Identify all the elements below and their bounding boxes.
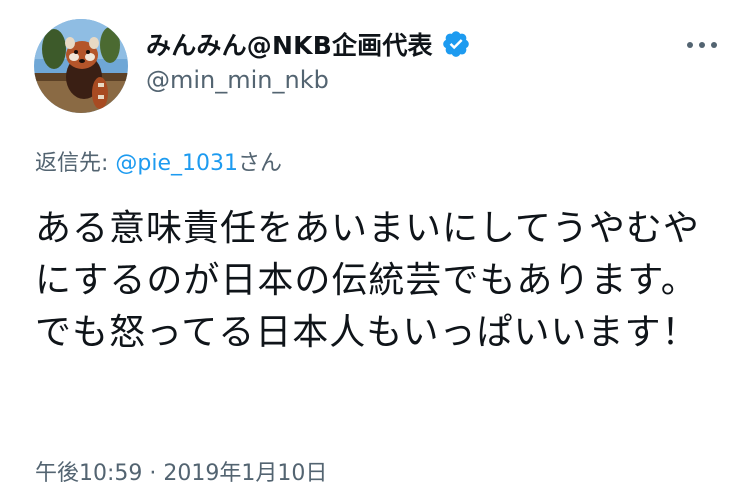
reply-to-label: 返信先: — [35, 151, 116, 176]
red-panda-avatar-image — [34, 19, 128, 113]
more-options-icon[interactable] — [682, 30, 722, 60]
dot — [711, 42, 717, 48]
timestamp-separator: · — [142, 461, 164, 486]
tweet: みんみん@NKB企画代表 @min_min_nkb 返信先: @pie_1031… — [0, 0, 750, 496]
display-name[interactable]: みんみん@NKB企画代表 — [146, 26, 433, 62]
avatar[interactable] — [34, 19, 128, 113]
reply-to-line: 返信先: @pie_1031さん — [35, 145, 282, 177]
user-handle[interactable]: @min_min_nkb — [146, 66, 329, 94]
tweet-date: 2019年1月10日 — [163, 461, 328, 486]
tweet-time: 午後10:59 — [35, 461, 143, 486]
verified-badge-icon — [442, 31, 469, 57]
display-name-row: みんみん@NKB企画代表 — [146, 24, 471, 64]
tweet-text: ある意味責任をあいまいにしてうやむやにするのが日本の伝統芸でもあります。でも怒っ… — [35, 208, 700, 353]
reply-to-suffix: さん — [238, 151, 283, 176]
reply-mention-link[interactable]: @pie_1031 — [115, 151, 238, 176]
tweet-timestamp[interactable]: 午後10:59 · 2019年1月10日 — [35, 455, 327, 487]
dot — [699, 42, 705, 48]
dot — [687, 42, 693, 48]
